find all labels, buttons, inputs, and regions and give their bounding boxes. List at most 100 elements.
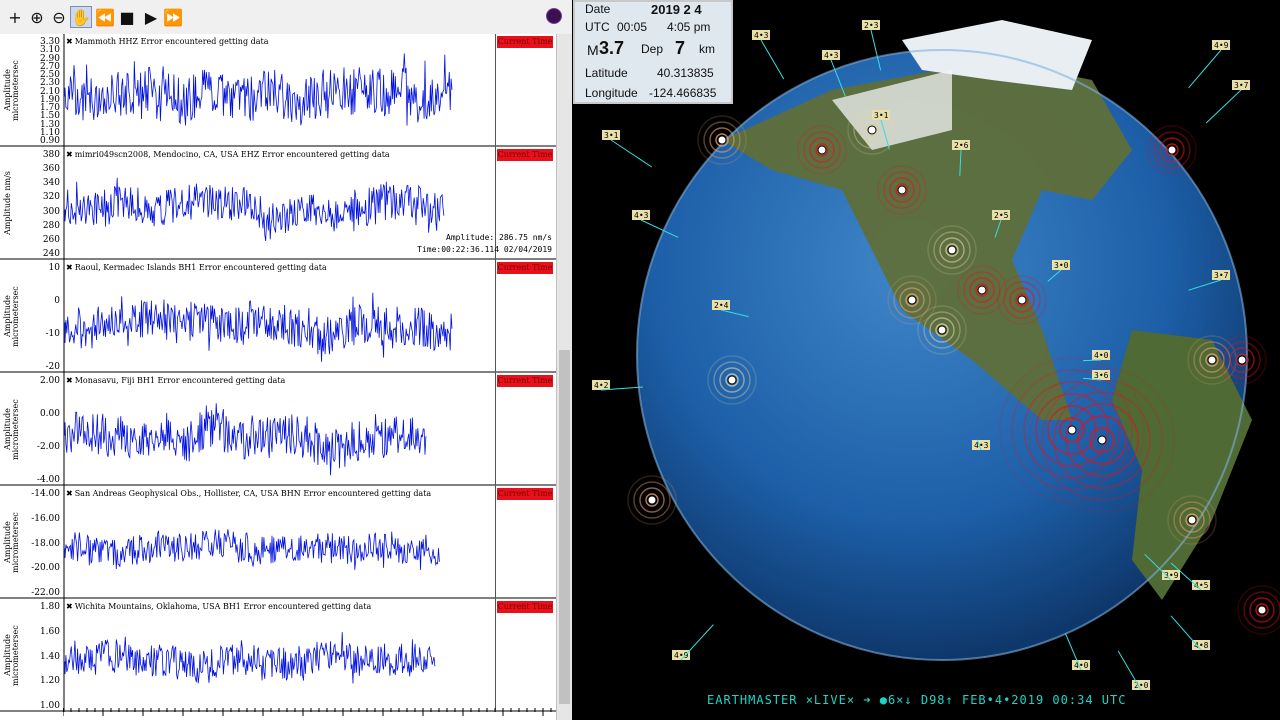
tick-label: 1.00 xyxy=(39,701,60,711)
quake-marker xyxy=(897,185,907,195)
hand-button[interactable]: ✋ xyxy=(70,6,92,28)
tick-label: 260 xyxy=(42,234,60,245)
current-time-badge: Current Time xyxy=(497,262,553,274)
tick-label: 0.00 xyxy=(39,409,60,419)
quake-marker xyxy=(1237,355,1247,365)
dep-value: 7 xyxy=(675,38,686,58)
tick-label: 280 xyxy=(42,220,60,231)
seismogram-trace xyxy=(63,34,453,147)
utc-label: UTC xyxy=(585,20,610,34)
quake-marker xyxy=(1187,515,1197,525)
svg-text:3•6: 3•6 xyxy=(1094,371,1109,380)
lat-value: 40.313835 xyxy=(657,66,714,80)
tick-label: 320 xyxy=(42,192,60,203)
play-button[interactable]: ▶ xyxy=(140,6,162,28)
magnitude-label: 4•3 xyxy=(972,439,990,451)
seismogram-panel[interactable]: Amplitude nm/s 380 360 340 320 300 280 260 240 ✖ m… xyxy=(0,147,556,260)
zoom-in-button[interactable]: ⊕ xyxy=(26,6,48,28)
globe[interactable]: 4•3 4•3 2•3 3•1 2•6 2•5 3•0 3•7 4•9 3•7 2•4 4•2 4•0 3… xyxy=(572,0,1280,720)
quake-marker xyxy=(727,375,737,385)
quake-marker xyxy=(717,135,727,145)
rewind-button[interactable]: ⏪ xyxy=(94,6,116,28)
seismogram-panel[interactable]: Amplitude micrometersec 1.80 1.60 1.40 1.20 1… xyxy=(0,599,556,712)
magnitude-label: 4•9 xyxy=(1188,40,1230,89)
magnitude-label: 4•0 xyxy=(1064,633,1090,671)
tick-label: 10 xyxy=(48,263,60,273)
close-icon[interactable]: ✖ xyxy=(66,489,73,498)
vertical-scrollbar[interactable] xyxy=(556,34,572,720)
quake-marker xyxy=(1167,145,1177,155)
trace-line xyxy=(64,177,445,242)
quake-marker xyxy=(947,245,957,255)
svg-text:2•5: 2•5 xyxy=(994,211,1009,220)
quake-marker xyxy=(1017,295,1027,305)
bomb-icon[interactable] xyxy=(546,8,562,24)
mag-value: 3.7 xyxy=(599,38,625,58)
seismogram-panel[interactable]: Amplitude micrometersec 3.30 3.10 2.90 2.70 2… xyxy=(0,34,556,147)
tick-label: -22.00 xyxy=(31,588,60,598)
svg-text:2•4: 2•4 xyxy=(714,301,729,310)
zoom-in-icon: ⊕ xyxy=(30,7,44,27)
tick-label: -20 xyxy=(45,362,61,372)
magnitude-label: 4•2 xyxy=(592,380,644,391)
stop-button[interactable]: ■ xyxy=(116,6,138,28)
panel-title: ✖ Monasavu, Fiji BH1 Error encountered ge… xyxy=(66,376,285,385)
tick-label: 0 xyxy=(54,296,60,306)
panel-title: ✖ mimri049scn2008, Mendocino, CA, USA EHZ… xyxy=(66,150,390,159)
seismogram-trace xyxy=(63,147,445,260)
panel-title-text: Mammoth HHZ Error encountered getting da… xyxy=(74,37,269,46)
tick-label: -18.00 xyxy=(31,538,60,549)
quake-marker xyxy=(1067,425,1077,435)
tick-label: 1.20 xyxy=(39,676,60,687)
local-time: 4:05 pm xyxy=(667,20,711,34)
close-icon[interactable]: ✖ xyxy=(66,150,73,159)
globe-view[interactable]: 4•3 4•3 2•3 3•1 2•6 2•5 3•0 3•7 4•9 3•7 2•4 4•2 4•0 3… xyxy=(572,0,1280,720)
tick-label: -14.00 xyxy=(31,489,60,499)
trace-line xyxy=(64,632,436,684)
seismogram-panel[interactable]: Amplitude micrometersec 2.00 0.00 -2.00 -4.0… xyxy=(0,373,556,486)
seismogram-panel[interactable]: Amplitude micrometersec -14.00 -16.00 -18.0… xyxy=(0,486,556,599)
scrollbar-thumb[interactable] xyxy=(559,350,570,704)
seismogram-trace xyxy=(63,260,453,373)
seismogram-trace xyxy=(63,599,436,712)
svg-text:4•3: 4•3 xyxy=(634,211,649,220)
close-icon[interactable]: ✖ xyxy=(66,263,73,272)
current-time-badge: Current Time xyxy=(497,375,553,387)
hand-icon: ✋ xyxy=(71,7,91,27)
dep-label: Dep xyxy=(641,42,664,56)
current-time-divider xyxy=(495,34,496,147)
panel-title-text: Wichita Mountains, Oklahoma, USA BH1 Err… xyxy=(74,602,372,611)
zoom-out-button[interactable]: ⊖ xyxy=(48,6,70,28)
panel-title: ✖ Mammoth HHZ Error encountered getting d… xyxy=(66,37,268,46)
svg-text:4•9: 4•9 xyxy=(674,651,689,660)
close-icon[interactable]: ✖ xyxy=(66,37,73,46)
date-label: Date xyxy=(585,2,611,16)
panel-title: ✖ San Andreas Geophysical Obs., Hollister… xyxy=(66,489,431,498)
quake-marker xyxy=(1207,355,1217,365)
trace-line xyxy=(64,403,427,476)
current-time-badge: Current Time xyxy=(497,149,553,161)
quake-marker xyxy=(1257,605,1267,615)
svg-text:3•7: 3•7 xyxy=(1234,81,1249,90)
close-icon[interactable]: ✖ xyxy=(66,376,73,385)
svg-text:4•8: 4•8 xyxy=(1194,641,1209,650)
fast-forward-icon: ⏩ xyxy=(163,7,183,27)
panel-title: ✖ Raoul, Kermadec Islands BH1 Error encou… xyxy=(66,263,327,272)
svg-text:2•6: 2•6 xyxy=(954,141,969,150)
amplitude-ticks: 1.80 1.60 1.40 1.20 1.00 xyxy=(18,599,62,712)
current-time-badge: Current Time xyxy=(497,36,553,48)
quake-marker xyxy=(907,295,917,305)
close-icon[interactable]: ✖ xyxy=(66,602,73,611)
add-button[interactable]: + xyxy=(4,6,26,28)
seismogram-trace xyxy=(63,486,440,599)
tick-label: -20.00 xyxy=(31,563,60,574)
quake-marker xyxy=(647,495,657,505)
utc-value: 00:05 xyxy=(617,20,648,34)
svg-text:4•3: 4•3 xyxy=(824,51,839,60)
svg-text:3•1: 3•1 xyxy=(604,131,619,140)
rewind-icon: ⏪ xyxy=(95,7,115,27)
seismogram-panel[interactable]: Amplitude micrometersec 10 0 -10 -20 ✖ Raoul, … xyxy=(0,260,556,373)
fast-forward-button[interactable]: ⏩ xyxy=(162,6,184,28)
panel-title-text: mimri049scn2008, Mendocino, CA, USA EHZ … xyxy=(74,150,390,159)
panel-title-text: San Andreas Geophysical Obs., Hollister,… xyxy=(74,489,432,498)
